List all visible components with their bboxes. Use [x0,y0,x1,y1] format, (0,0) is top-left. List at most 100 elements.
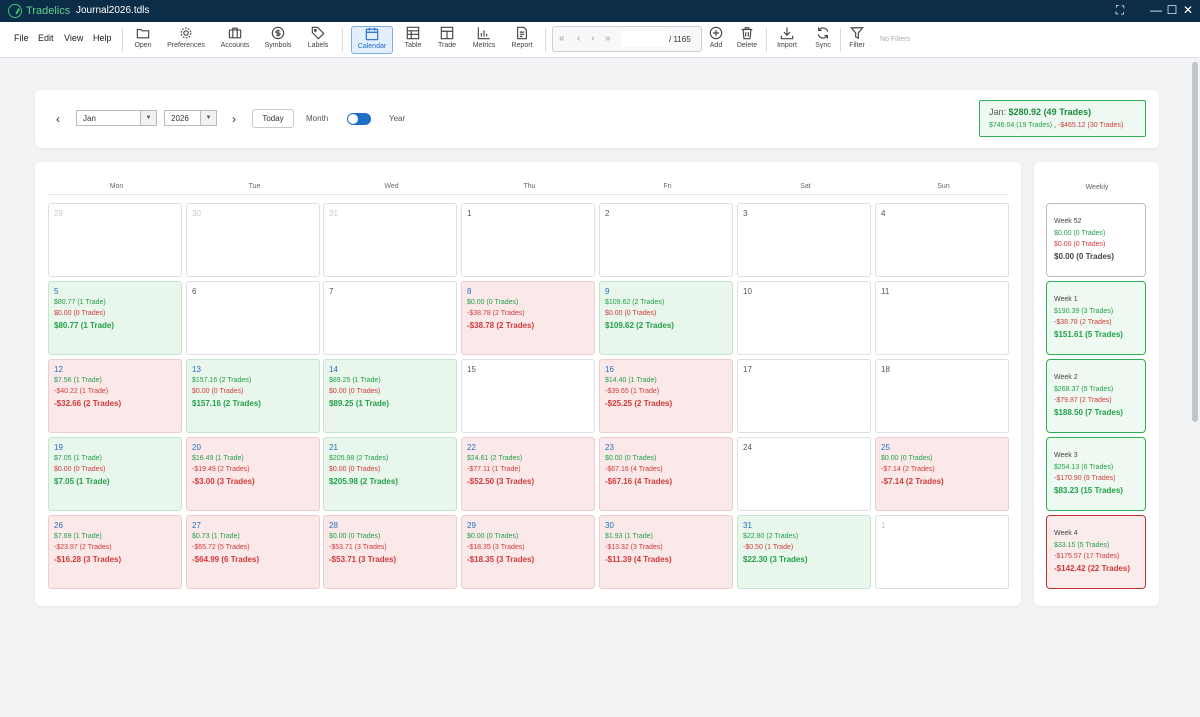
day-number: 31 [743,521,752,530]
day-cell[interactable]: 29 $0.00 (0 Trades) -$18.35 (3 Trades) -$18… [461,515,595,589]
metrics-button[interactable]: Metrics [470,26,498,54]
day-number: 31 [329,209,338,218]
menu-file[interactable]: File [14,33,29,43]
last-page-icon[interactable]: » [605,33,611,44]
weekday-header: Sat [800,183,811,190]
day-cell[interactable]: 19 $7.05 (1 Trade) $0.00 (0 Trades) $7.05 (… [48,437,182,511]
day-cell[interactable]: 30 $1.93 (1 Trade) -$13.32 (3 Trades) -$11.… [599,515,733,589]
add-button[interactable]: Add [705,26,727,54]
day-cell[interactable]: 25 $0.00 (0 Trades) -$7.14 (2 Trades) -$7.1… [875,437,1009,511]
day-cell[interactable]: 6 [186,281,320,355]
day-cell[interactable]: 31 $22.80 (2 Trades) -$0.50 (1 Trade) $22.3… [737,515,871,589]
day-gain: $89.25 (1 Trade) [329,377,381,384]
day-cell[interactable]: 7 [323,281,457,355]
next-page-icon[interactable]: › [591,33,594,44]
day-number: 15 [467,365,476,374]
trade-button[interactable]: Trade [435,26,459,54]
report-button[interactable]: Report [508,26,536,54]
day-number: 30 [605,521,614,530]
day-net: -$52.50 (3 Trades) [467,477,535,486]
labels-button[interactable]: Labels [304,26,332,54]
accounts-button[interactable]: Accounts [218,26,252,54]
day-net: -$32.66 (2 Trades) [54,399,122,408]
day-cell[interactable]: 3 [737,203,871,277]
month-year-toggle[interactable] [347,113,371,125]
day-cell[interactable]: 31 [323,203,457,277]
day-gain: $0.00 (0 Trades) [605,455,657,462]
menu-edit[interactable]: Edit [38,33,54,43]
import-button[interactable]: Import [774,26,800,54]
plus-circle-icon [709,26,723,40]
scrollbar[interactable] [1190,58,1200,717]
prev-page-icon[interactable]: ‹ [577,33,580,44]
day-number: 11 [881,287,890,296]
day-net: -$16.28 (3 Trades) [54,555,122,564]
week-summary[interactable]: Week 3 $254.13 (6 Trades) -$170.90 (9 Trad… [1046,437,1146,511]
table-button[interactable]: Table [401,26,425,54]
week-summary[interactable]: Week 52 $0.00 (0 Trades) $0.00 (0 Trades) $… [1046,203,1146,277]
open-button[interactable]: Open [130,26,156,54]
scrollbar-thumb[interactable] [1192,62,1198,422]
day-cell[interactable]: 12 $7.56 (1 Trade) -$40.22 (1 Trade) -$32.6… [48,359,182,433]
calendar-button[interactable]: Calendar [351,26,393,54]
day-loss: -$53.71 (3 Trades) [329,544,387,551]
menu-help[interactable]: Help [93,33,112,43]
day-cell[interactable]: 17 [737,359,871,433]
day-cell[interactable]: 16 $14.40 (1 Trade) -$39.65 (1 Trade) -$25.… [599,359,733,433]
day-cell[interactable]: 21 $205.98 (2 Trades) $0.00 (0 Trades) $205… [323,437,457,511]
day-cell[interactable]: 4 [875,203,1009,277]
day-cell[interactable]: 5 $80.77 (1 Trade) $0.00 (0 Trades) $80.77 … [48,281,182,355]
briefcase-icon [228,27,242,39]
day-net: $80.77 (1 Trade) [54,321,115,330]
day-cell[interactable]: 26 $7.69 (1 Trade) -$23.97 (2 Trades) -$16.… [48,515,182,589]
day-cell[interactable]: 18 [875,359,1009,433]
day-cell[interactable]: 14 $89.25 (1 Trade) $0.00 (0 Trades) $89.25… [323,359,457,433]
today-button[interactable]: Today [252,109,294,128]
day-number: 4 [881,209,886,218]
symbols-button[interactable]: Symbols [262,26,294,54]
summary-gain: $746.04 (19 Trades) [989,122,1053,129]
day-cell[interactable]: 24 [737,437,871,511]
month-select[interactable]: Jan ▼ [76,110,157,126]
maximize-icon[interactable]: ☐ [1164,3,1180,17]
week-summary[interactable]: Week 2 $268.37 (5 Trades) -$79.87 (2 Trade… [1046,359,1146,433]
day-cell[interactable]: 13 $157.16 (2 Trades) $0.00 (0 Trades) $157… [186,359,320,433]
day-cell[interactable]: 20 $16.49 (1 Trade) -$19.49 (2 Trades) -$3.… [186,437,320,511]
minimize-icon[interactable]: — [1148,3,1164,17]
day-cell[interactable]: 22 $24.61 (2 Trades) -$77.11 (1 Trade) -$52… [461,437,595,511]
day-cell[interactable]: 2 [599,203,733,277]
sync-button[interactable]: Sync [812,26,834,54]
day-cell[interactable]: 15 [461,359,595,433]
preferences-button[interactable]: Preferences [164,26,208,54]
year-select[interactable]: 2026 ▼ [164,110,217,126]
day-number: 16 [605,365,614,374]
weekday-header: Mon [109,183,124,190]
filter-button[interactable]: Filter [846,26,868,54]
day-number: 26 [54,521,63,530]
day-cell[interactable]: 28 $0.00 (0 Trades) -$53.71 (3 Trades) -$53… [323,515,457,589]
day-cell[interactable]: 27 $0.73 (1 Trade) -$65.72 (5 Trades) -$64.… [186,515,320,589]
delete-button[interactable]: Delete [735,26,759,54]
day-cell[interactable]: 8 $0.00 (0 Trades) -$38.78 (2 Trades) -$38.… [461,281,595,355]
week-summary[interactable]: Week 4 $33.15 (5 Trades) -$175.57 (17 Trad… [1046,515,1146,589]
day-cell[interactable]: 1 [875,515,1009,589]
close-icon[interactable]: ✕ [1180,3,1196,17]
day-net: $157.16 (2 Trades) [192,399,261,408]
prev-month-icon[interactable]: ‹ [56,112,60,126]
menu-view[interactable]: View [64,33,83,43]
day-loss: $0.00 (0 Trades) [54,466,106,473]
day-cell[interactable]: 11 [875,281,1009,355]
day-cell[interactable]: 30 [186,203,320,277]
next-month-icon[interactable]: › [232,112,236,126]
day-cell[interactable]: 23 $0.00 (0 Trades) -$67.16 (4 Trades) -$67… [599,437,733,511]
page-input[interactable] [621,31,669,47]
day-cell[interactable]: 10 [737,281,871,355]
day-cell[interactable]: 9 $109.62 (2 Trades) $0.00 (0 Trades) $109.… [599,281,733,355]
fullscreen-icon[interactable]: ⛶ [1112,3,1128,18]
day-cell[interactable]: 29 [48,203,182,277]
week-summary[interactable]: Week 1 $190.39 (3 Trades) -$38.78 (2 Trade… [1046,281,1146,355]
tag-icon [311,26,325,40]
first-page-icon[interactable]: « [559,33,565,44]
day-cell[interactable]: 1 [461,203,595,277]
table-icon [406,26,420,40]
